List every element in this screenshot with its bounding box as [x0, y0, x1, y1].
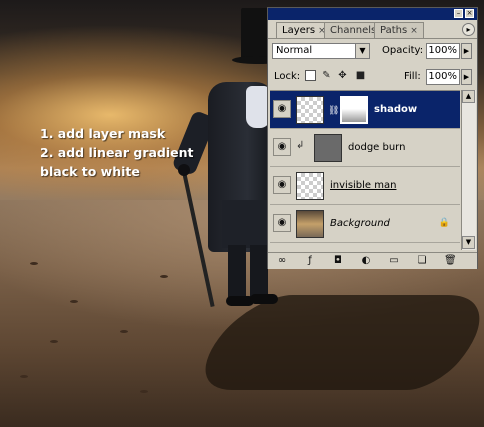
note-line-2: 2. add linear gradient: [40, 145, 194, 160]
layer-thumbnail: [296, 172, 324, 200]
pebble: [50, 340, 58, 343]
layer-row-invisible-man[interactable]: ◉ invisible man: [270, 167, 460, 205]
coat-tail: [222, 200, 270, 248]
tab-close-icon[interactable]: ×: [410, 26, 418, 36]
pebble: [20, 375, 28, 378]
layers-list: ◉ ⛓ shadow ◉ ↲ dodge burn ◉ invisible ma…: [270, 90, 460, 251]
pebble: [140, 390, 148, 393]
trash-icon[interactable]: 🗑: [444, 255, 457, 267]
chain-link-icon[interactable]: ⛓: [328, 105, 339, 117]
layer-row-dodge-burn[interactable]: ◉ ↲ dodge burn: [270, 129, 460, 167]
lock-paint-brush-icon[interactable]: ✎: [321, 70, 332, 81]
lock-all-icon[interactable]: ■: [355, 70, 366, 81]
layer-name: shadow: [374, 104, 418, 115]
close-button[interactable]: ×: [465, 9, 474, 18]
new-group-icon[interactable]: ▭: [388, 255, 400, 267]
eye-icon[interactable]: ◉: [273, 100, 291, 118]
fill-input[interactable]: 100%: [426, 69, 460, 85]
add-mask-icon[interactable]: ◘: [332, 255, 344, 267]
eye-icon[interactable]: ◉: [273, 138, 291, 156]
lock-position-icon[interactable]: ✥: [337, 70, 348, 81]
panel-tabs: Layers × Channels Paths ×: [268, 20, 477, 39]
panel-menu-icon[interactable]: ▸: [462, 23, 475, 36]
fill-label: Fill:: [404, 71, 421, 82]
layer-row-shadow[interactable]: ◉ ⛓ shadow: [270, 91, 460, 129]
layer-row-background[interactable]: ◉ Background 🔒: [270, 205, 460, 243]
eye-icon[interactable]: ◉: [273, 176, 291, 194]
lock-fill-row: Lock: ✎ ✥ ■ Fill: 100% ▶: [268, 66, 477, 88]
lock-label: Lock:: [274, 71, 301, 82]
pebble: [30, 262, 38, 265]
clipping-arrow-icon: ↲: [296, 140, 305, 151]
scroll-down-icon[interactable]: ▼: [462, 236, 475, 249]
adjustment-layer-icon[interactable]: ◐: [360, 255, 372, 267]
layer-style-icon[interactable]: ƒ: [304, 255, 316, 267]
lock-transparency-icon[interactable]: [305, 70, 316, 81]
eye-icon[interactable]: ◉: [273, 214, 291, 232]
tab-paths[interactable]: Paths ×: [374, 22, 424, 38]
instruction-notes: 1. add layer mask 2. add linear gradient…: [40, 124, 194, 181]
new-layer-icon[interactable]: ❏: [416, 255, 428, 267]
panel-titlebar[interactable]: – ×: [268, 8, 477, 20]
note-line-1: 1. add layer mask: [40, 126, 166, 141]
pebble: [160, 275, 168, 278]
shoe: [250, 294, 278, 304]
layer-thumbnail: [314, 134, 342, 162]
layer-thumbnail: [296, 210, 324, 238]
layer-mask-thumbnail[interactable]: [340, 96, 368, 124]
link-layers-icon[interactable]: ∞: [276, 255, 288, 267]
note-line-3: black to white: [40, 164, 140, 179]
fill-slider-arrow-icon[interactable]: ▶: [461, 69, 472, 85]
layers-scrollbar[interactable]: ▲ ▼: [461, 90, 476, 250]
panel-bottom-toolbar: ∞ ƒ ◘ ◐ ▭ ❏ 🗑: [268, 252, 477, 269]
blend-mode-value: Normal: [276, 45, 313, 56]
layers-panel: – × Layers × Channels Paths × ▸ Normal ▼ O…: [267, 7, 478, 269]
pebble: [70, 300, 78, 303]
blend-mode-select[interactable]: Normal ▼: [272, 43, 370, 59]
tab-label: Channels: [330, 25, 377, 36]
opacity-slider-arrow-icon[interactable]: ▶: [461, 43, 472, 59]
scroll-up-icon[interactable]: ▲: [462, 90, 475, 103]
layer-thumbnail: [296, 96, 324, 124]
layer-name: Background: [330, 218, 390, 229]
opacity-label: Opacity:: [382, 45, 424, 56]
opacity-input[interactable]: 100%: [426, 43, 460, 59]
blend-opacity-row: Normal ▼ Opacity: 100% ▶: [268, 41, 477, 61]
layer-name: invisible man: [330, 180, 397, 191]
chevron-down-icon[interactable]: ▼: [355, 44, 369, 58]
tab-label: Paths: [380, 25, 408, 36]
pebble: [120, 330, 128, 333]
tab-label: Layers: [282, 25, 316, 36]
minimize-button[interactable]: –: [454, 9, 463, 18]
layer-name: dodge burn: [348, 142, 406, 153]
lock-icon: 🔒: [438, 218, 450, 228]
leg: [228, 245, 246, 303]
